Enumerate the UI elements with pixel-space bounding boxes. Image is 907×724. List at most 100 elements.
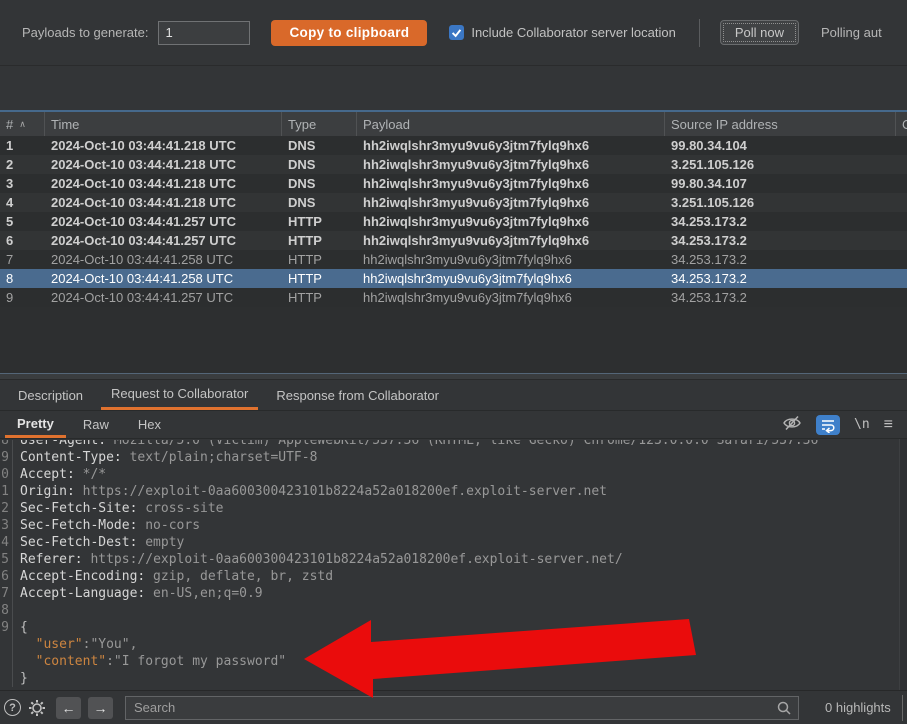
cell-payload: hh2iwqlshr3myu9vu6y3jtm7fylq9hx6: [357, 157, 665, 172]
line-number: [0, 653, 13, 670]
line-number: 6: [0, 568, 13, 585]
table-row[interactable]: 72024-Oct-10 03:44:41.258 UTCHTTPhh2iwql…: [0, 250, 907, 269]
column-header-payload[interactable]: Payload: [357, 112, 665, 136]
cell-payload: hh2iwqlshr3myu9vu6y3jtm7fylq9hx6: [357, 214, 665, 229]
code-text: User-Agent: Mozilla/5.0 (Victim) AppleWe…: [13, 440, 818, 449]
cell-type: HTTP: [282, 290, 357, 305]
toolbar-gap-panel: [0, 66, 907, 110]
code-line: 6Accept-Encoding: gzip, deflate, br, zst…: [0, 568, 907, 585]
column-header-time[interactable]: Time: [45, 112, 282, 136]
table-row[interactable]: 62024-Oct-10 03:44:41.257 UTCHTTPhh2iwql…: [0, 231, 907, 250]
settings-gear-icon[interactable]: [28, 699, 46, 717]
table-empty-area: [0, 307, 907, 373]
code-text: Content-Type: text/plain;charset=UTF-8: [13, 449, 317, 466]
cell-num: 1: [0, 138, 45, 153]
highlights-count: 0 highlights: [825, 700, 891, 715]
include-location-checkbox[interactable]: [449, 25, 464, 40]
code-line: 3Sec-Fetch-Mode: no-cors: [0, 517, 907, 534]
cell-num: 3: [0, 176, 45, 191]
table-row[interactable]: 42024-Oct-10 03:44:41.218 UTCDNShh2iwqls…: [0, 193, 907, 212]
cell-payload: hh2iwqlshr3myu9vu6y3jtm7fylq9hx6: [357, 252, 665, 267]
cell-type: DNS: [282, 176, 357, 191]
editor-scrollbar[interactable]: [899, 439, 907, 690]
subtab-pretty[interactable]: Pretty: [5, 411, 66, 438]
cell-payload: hh2iwqlshr3myu9vu6y3jtm7fylq9hx6: [357, 138, 665, 153]
cell-type: DNS: [282, 195, 357, 210]
code-text: Accept-Encoding: gzip, deflate, br, zstd: [13, 568, 333, 585]
newline-chars-icon[interactable]: \n: [854, 417, 870, 432]
include-location-label: Include Collaborator server location: [471, 25, 676, 40]
cell-time: 2024-Oct-10 03:44:41.258 UTC: [45, 271, 282, 286]
line-number: 4: [0, 534, 13, 551]
column-header-type[interactable]: Type: [282, 112, 357, 136]
code-line: 8User-Agent: Mozilla/5.0 (Victim) AppleW…: [0, 440, 907, 449]
code-text: Sec-Fetch-Mode: no-cors: [13, 517, 200, 534]
cell-num: 8: [0, 271, 45, 286]
line-number: 5: [0, 551, 13, 568]
column-header-num[interactable]: # ∧: [0, 112, 45, 136]
column-header-comment[interactable]: C: [896, 112, 907, 136]
editor-menu-icon[interactable]: ≡: [884, 416, 893, 434]
code-line: 9{: [0, 619, 907, 636]
interaction-detail-tabs: Description Request to Collaborator Resp…: [0, 380, 907, 411]
poll-now-button[interactable]: Poll now: [720, 20, 799, 45]
cell-time: 2024-Oct-10 03:44:41.257 UTC: [45, 290, 282, 305]
statusbar-divider: [902, 695, 903, 721]
code-text: Accept: */*: [13, 466, 106, 483]
cell-payload: hh2iwqlshr3myu9vu6y3jtm7fylq9hx6: [357, 290, 665, 305]
table-row[interactable]: 92024-Oct-10 03:44:41.257 UTCHTTPhh2iwql…: [0, 288, 907, 307]
column-header-source-ip[interactable]: Source IP address: [665, 112, 896, 136]
message-editor-toolbar: Pretty Raw Hex \n ≡: [0, 411, 907, 439]
code-line: 4Sec-Fetch-Dest: empty: [0, 534, 907, 551]
table-row[interactable]: 52024-Oct-10 03:44:41.257 UTCHTTPhh2iwql…: [0, 212, 907, 231]
cell-source-ip: 34.253.173.2: [665, 214, 896, 229]
code-line: }: [0, 670, 907, 687]
table-row[interactable]: 82024-Oct-10 03:44:41.258 UTCHTTPhh2iwql…: [0, 269, 907, 288]
word-wrap-toggle-icon[interactable]: [816, 415, 840, 435]
interactions-table: # ∧ Time Type Payload Source IP address …: [0, 110, 907, 373]
table-row[interactable]: 32024-Oct-10 03:44:41.218 UTCDNShh2iwqls…: [0, 174, 907, 193]
code-text: Sec-Fetch-Site: cross-site: [13, 500, 224, 517]
help-icon[interactable]: ?: [4, 699, 21, 716]
code-text: "user":"You",: [13, 636, 137, 653]
payloads-count-input[interactable]: [158, 21, 250, 45]
code-line: "user":"You",: [0, 636, 907, 653]
hide-nonprinting-icon[interactable]: [782, 414, 802, 435]
line-number: 8: [0, 602, 13, 619]
payloads-to-generate-label: Payloads to generate:: [22, 25, 148, 40]
horizontal-splitter[interactable]: [0, 373, 907, 380]
tab-description[interactable]: Description: [8, 380, 93, 410]
search-previous-button[interactable]: ←: [56, 697, 81, 719]
cell-source-ip: 34.253.173.2: [665, 290, 896, 305]
code-text: Sec-Fetch-Dest: empty: [13, 534, 184, 551]
subtab-hex[interactable]: Hex: [126, 411, 173, 438]
sort-ascending-icon: ∧: [19, 119, 26, 130]
copy-to-clipboard-button[interactable]: Copy to clipboard: [271, 20, 427, 46]
cell-source-ip: 3.251.105.126: [665, 195, 896, 210]
cell-source-ip: 34.253.173.2: [665, 271, 896, 286]
cell-time: 2024-Oct-10 03:44:41.218 UTC: [45, 195, 282, 210]
cell-payload: hh2iwqlshr3myu9vu6y3jtm7fylq9hx6: [357, 233, 665, 248]
table-row[interactable]: 12024-Oct-10 03:44:41.218 UTCDNShh2iwqls…: [0, 136, 907, 155]
cell-payload: hh2iwqlshr3myu9vu6y3jtm7fylq9hx6: [357, 195, 665, 210]
request-editor[interactable]: 8 User-Agent: Mozilla/5.0 (Victim) AppleW…: [0, 439, 907, 690]
tab-response-from-collaborator[interactable]: Response from Collaborator: [266, 380, 449, 410]
search-field-wrap: [125, 696, 799, 720]
cell-source-ip: 34.253.173.2: [665, 252, 896, 267]
cell-payload: hh2iwqlshr3myu9vu6y3jtm7fylq9hx6: [357, 271, 665, 286]
table-row[interactable]: 22024-Oct-10 03:44:41.218 UTCDNShh2iwqls…: [0, 155, 907, 174]
tab-request-to-collaborator[interactable]: Request to Collaborator: [101, 380, 258, 410]
code-lines: 8 User-Agent: Mozilla/5.0 (Victim) AppleW…: [0, 440, 907, 687]
search-input[interactable]: [125, 696, 799, 720]
cell-num: 9: [0, 290, 45, 305]
search-next-button[interactable]: →: [88, 697, 113, 719]
line-number: 1: [0, 483, 13, 500]
code-line: "content":"I forgot my password": [0, 653, 907, 670]
include-location-checkbox-group[interactable]: Include Collaborator server location: [449, 25, 676, 40]
code-text: [13, 602, 20, 619]
cell-time: 2024-Oct-10 03:44:41.218 UTC: [45, 176, 282, 191]
subtab-raw[interactable]: Raw: [71, 411, 121, 438]
cell-num: 6: [0, 233, 45, 248]
code-line: 2Sec-Fetch-Site: cross-site: [0, 500, 907, 517]
table-header-row: # ∧ Time Type Payload Source IP address …: [0, 110, 907, 136]
